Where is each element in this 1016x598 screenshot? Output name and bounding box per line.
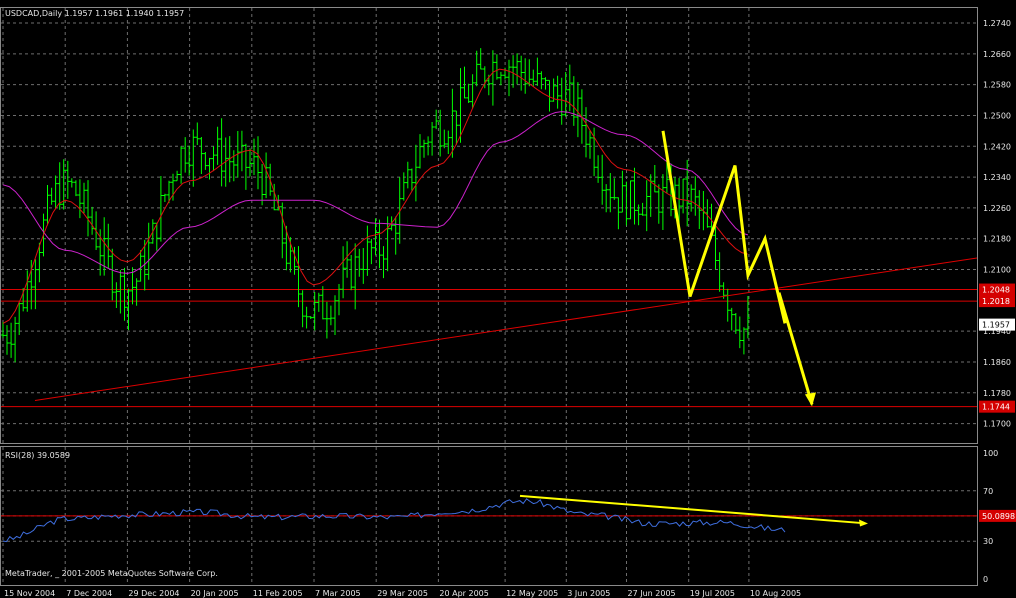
date-tick-label: 3 Jun 2005 (567, 589, 610, 598)
rsi-tick-label: 30 (983, 537, 993, 546)
date-tick-label: 29 Mar 2005 (377, 589, 428, 598)
date-tick-label: 10 Aug 2005 (750, 589, 801, 598)
price-tick-label: 1.1860 (983, 358, 1011, 367)
price-tick-label: 1.2340 (983, 173, 1011, 182)
price-tag-label: 1.2048 (982, 286, 1010, 295)
date-tick-label: 15 Nov 2004 (4, 589, 55, 598)
rsi-level-tag-label: 50.0898 (982, 512, 1015, 521)
date-tick-label: 20 Apr 2005 (439, 589, 488, 598)
price-tick-label: 1.1780 (983, 389, 1011, 398)
price-chart-title: USDCAD,Daily 1.1957 1.1961 1.1940 1.1957 (5, 9, 184, 18)
date-tick-label: 29 Dec 2004 (128, 589, 179, 598)
rsi-tick-label: 100 (983, 449, 998, 458)
price-tick-label: 1.2420 (983, 142, 1011, 151)
price-tag-label: 1.2018 (982, 297, 1010, 306)
rsi-tick-label: 70 (983, 487, 993, 496)
date-tick-label: 19 Jul 2005 (690, 589, 735, 598)
date-tick-label: 7 Dec 2004 (66, 589, 112, 598)
price-tick-label: 1.2260 (983, 204, 1011, 213)
price-tick-label: 1.2660 (983, 50, 1011, 59)
rsi-tick-label: 0 (983, 575, 988, 584)
chart-background (0, 0, 1016, 598)
price-tick-label: 1.1700 (983, 420, 1011, 429)
price-tick-label: 1.2500 (983, 111, 1011, 120)
copyright-text: MetaTrader, _ 2001-2005 MetaQuotes Softw… (5, 569, 218, 578)
date-tick-label: 27 Jun 2005 (628, 589, 676, 598)
price-tick-label: 1.2580 (983, 81, 1011, 90)
date-tick-label: 20 Jan 2005 (191, 589, 239, 598)
date-tick-label: 11 Feb 2005 (253, 589, 303, 598)
date-tick-label: 12 May 2005 (506, 589, 558, 598)
price-tick-label: 1.2740 (983, 19, 1011, 28)
price-tick-label: 1.2180 (983, 235, 1011, 244)
price-tick-label: 1.2100 (983, 266, 1011, 275)
price-tag-label: 1.1744 (982, 403, 1010, 412)
rsi-chart-title: RSI(28) 39.0589 (5, 451, 70, 460)
date-tick-label: 7 Mar 2005 (315, 589, 361, 598)
price-tag-label: 1.1957 (982, 321, 1010, 330)
usdcad-chart: 1.2740 1.2660 1.2580 1.2500 1.2420 1.2340 1.22… (0, 0, 1016, 598)
